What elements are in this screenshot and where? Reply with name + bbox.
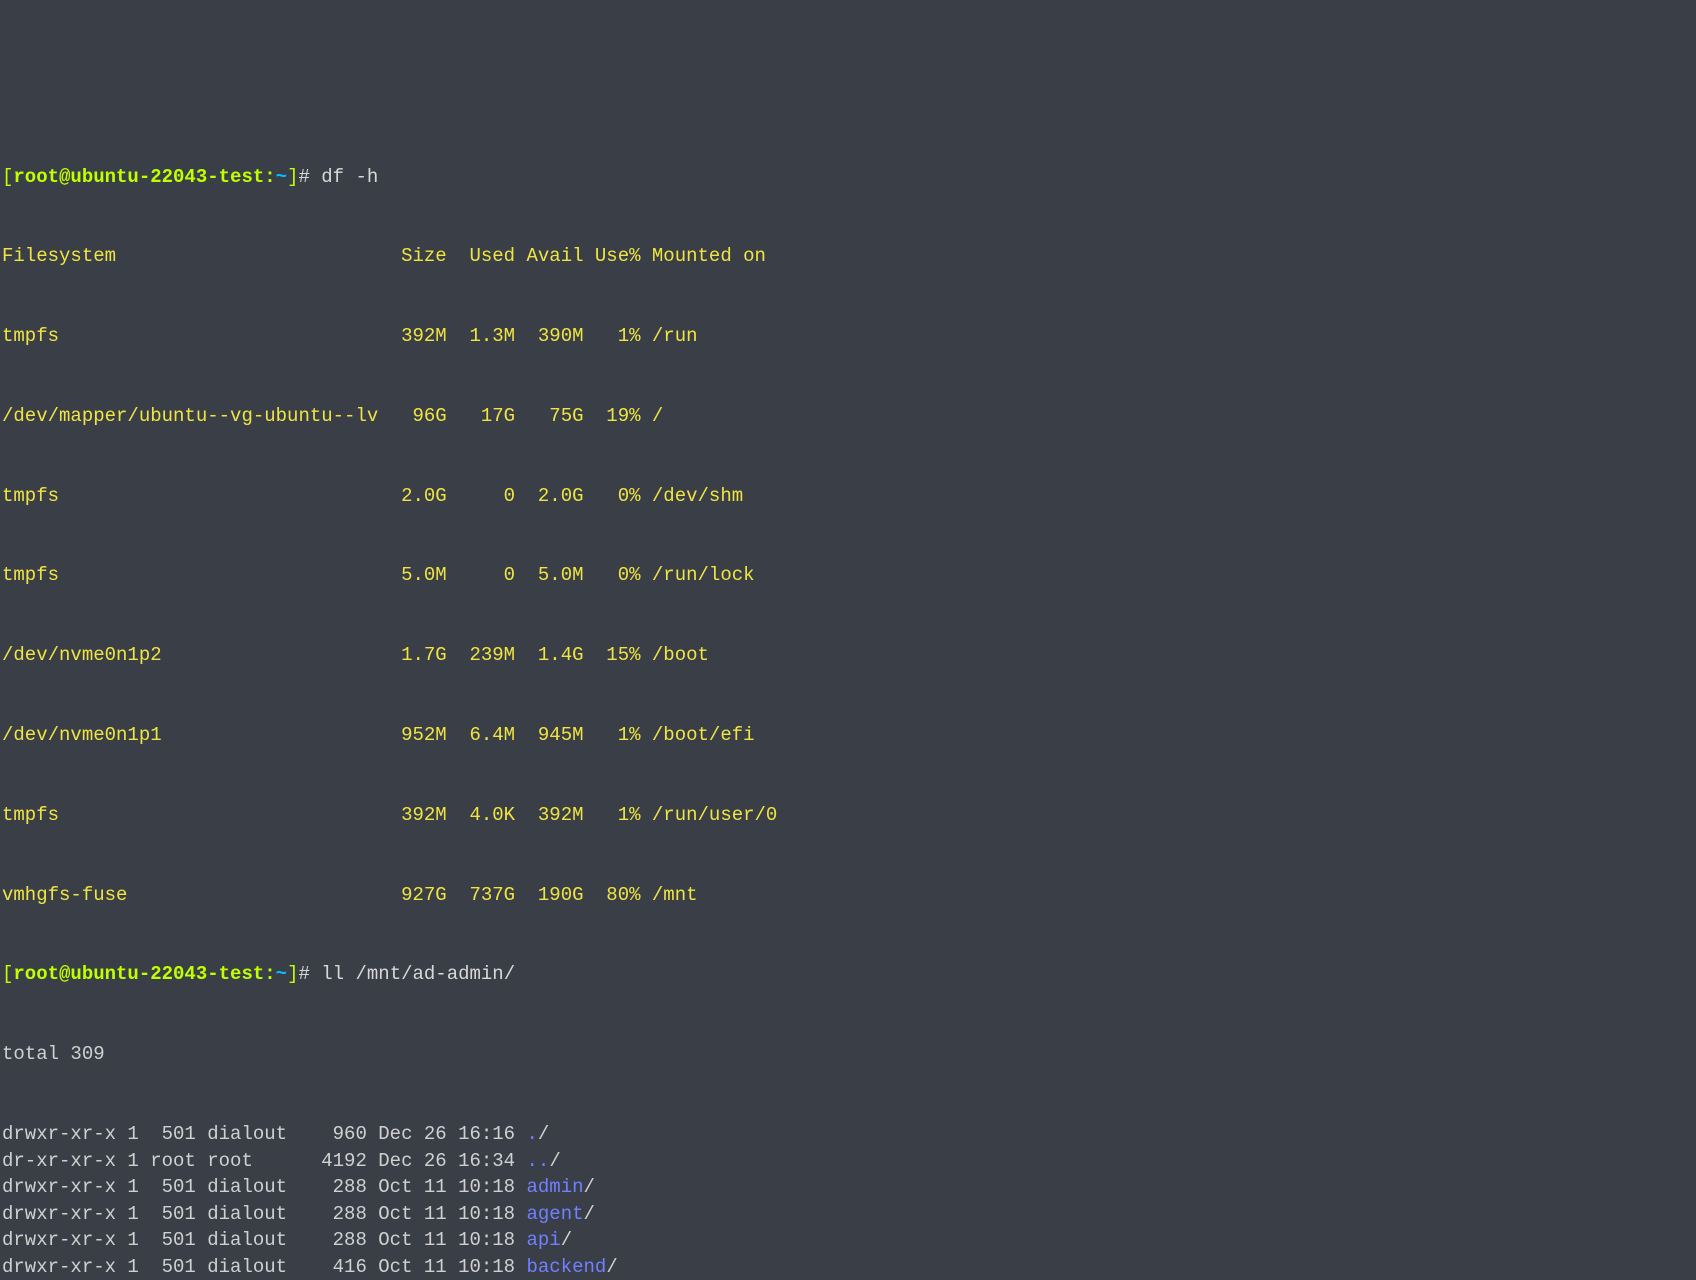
ll-row-meta: drwxr-xr-x 1 501 dialout 416 Oct 11 10:1… bbox=[2, 1256, 527, 1278]
ll-row-suffix: / bbox=[584, 1176, 595, 1198]
ll-row-meta: dr-xr-xr-x 1 root root 4192 Dec 26 16:34 bbox=[2, 1150, 527, 1172]
ll-row: drwxr-xr-x 1 501 dialout 288 Oct 11 10:1… bbox=[2, 1201, 1694, 1228]
ll-rows: drwxr-xr-x 1 501 dialout 960 Dec 26 16:1… bbox=[2, 1121, 1694, 1280]
df-row: /dev/nvme0n1p1 952M 6.4M 945M 1% /boot/e… bbox=[2, 722, 1694, 749]
ll-row-suffix: / bbox=[538, 1123, 549, 1145]
ll-row: drwxr-xr-x 1 501 dialout 416 Oct 11 10:1… bbox=[2, 1254, 1694, 1280]
ll-row-name: admin bbox=[527, 1176, 584, 1198]
ll-row-suffix: / bbox=[549, 1150, 560, 1172]
ll-row-name: .. bbox=[527, 1150, 550, 1172]
df-row: tmpfs 392M 1.3M 390M 1% /run bbox=[2, 323, 1694, 350]
df-row: vmhgfs-fuse 927G 737G 190G 80% /mnt bbox=[2, 882, 1694, 909]
ll-row: dr-xr-xr-x 1 root root 4192 Dec 26 16:34… bbox=[2, 1148, 1694, 1175]
ll-row-suffix: / bbox=[561, 1229, 572, 1251]
df-row: tmpfs 5.0M 0 5.0M 0% /run/lock bbox=[2, 562, 1694, 589]
df-row: /dev/mapper/ubuntu--vg-ubuntu--lv 96G 17… bbox=[2, 403, 1694, 430]
ll-row: drwxr-xr-x 1 501 dialout 288 Oct 11 10:1… bbox=[2, 1174, 1694, 1201]
prompt-line-2: [root@ubuntu-22043-test:~]# ll /mnt/ad-a… bbox=[2, 961, 1694, 988]
ll-row-suffix: / bbox=[584, 1203, 595, 1225]
prompt-hash: # bbox=[298, 166, 321, 188]
ll-row-suffix: / bbox=[606, 1256, 617, 1278]
prompt-path: ~ bbox=[276, 166, 287, 188]
bracket-close: ] bbox=[287, 963, 298, 985]
prompt-user-host: root@ubuntu-22043-test bbox=[13, 963, 264, 985]
df-row: tmpfs 392M 4.0K 392M 1% /run/user/0 bbox=[2, 802, 1694, 829]
ll-row-meta: drwxr-xr-x 1 501 dialout 288 Oct 11 10:1… bbox=[2, 1229, 527, 1251]
prompt-user-host: root@ubuntu-22043-test bbox=[13, 166, 264, 188]
prompt-colon: : bbox=[264, 963, 275, 985]
ll-row-name: agent bbox=[527, 1203, 584, 1225]
ll-row-meta: drwxr-xr-x 1 501 dialout 960 Dec 26 16:1… bbox=[2, 1123, 527, 1145]
prompt-hash: # bbox=[298, 963, 321, 985]
prompt-path: ~ bbox=[276, 963, 287, 985]
ll-row-meta: drwxr-xr-x 1 501 dialout 288 Oct 11 10:1… bbox=[2, 1203, 527, 1225]
command-text: ll /mnt/ad-admin/ bbox=[321, 963, 515, 985]
ll-row-name: backend bbox=[527, 1256, 607, 1278]
ll-row-name: . bbox=[527, 1123, 538, 1145]
terminal[interactable]: [root@ubuntu-22043-test:~]# df -h Filesy… bbox=[2, 110, 1694, 1280]
bracket-open: [ bbox=[2, 963, 13, 985]
prompt-colon: : bbox=[264, 166, 275, 188]
prompt-line-1: [root@ubuntu-22043-test:~]# df -h bbox=[2, 164, 1694, 191]
bracket-close: ] bbox=[287, 166, 298, 188]
df-header: Filesystem Size Used Avail Use% Mounted … bbox=[2, 243, 1694, 270]
ll-row-meta: drwxr-xr-x 1 501 dialout 288 Oct 11 10:1… bbox=[2, 1176, 527, 1198]
ll-row: drwxr-xr-x 1 501 dialout 960 Dec 26 16:1… bbox=[2, 1121, 1694, 1148]
command-text: df -h bbox=[321, 166, 378, 188]
ll-total: total 309 bbox=[2, 1041, 1694, 1068]
ll-row: drwxr-xr-x 1 501 dialout 288 Oct 11 10:1… bbox=[2, 1227, 1694, 1254]
ll-row-name: api bbox=[527, 1229, 561, 1251]
df-row: /dev/nvme0n1p2 1.7G 239M 1.4G 15% /boot bbox=[2, 642, 1694, 669]
bracket-open: [ bbox=[2, 166, 13, 188]
df-row: tmpfs 2.0G 0 2.0G 0% /dev/shm bbox=[2, 483, 1694, 510]
